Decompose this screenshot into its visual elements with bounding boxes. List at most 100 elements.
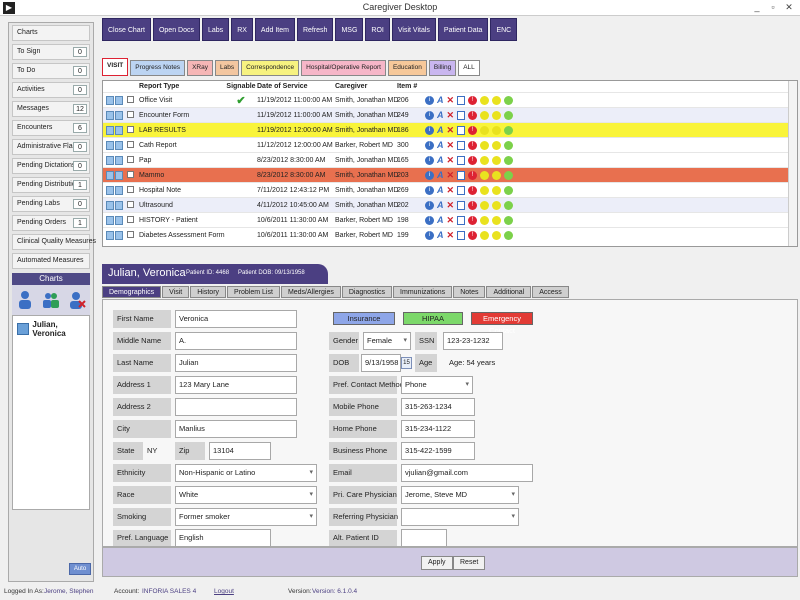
chart-person-icon[interactable] <box>16 290 34 310</box>
warning-icon[interactable] <box>480 230 490 240</box>
alert-icon[interactable]: ! <box>468 185 478 195</box>
alert-icon[interactable]: ! <box>468 200 478 210</box>
col-item-number[interactable]: Item # <box>397 83 425 90</box>
note-icon[interactable] <box>115 200 123 210</box>
tab-labs[interactable]: Labs <box>214 60 240 76</box>
delete-icon[interactable]: ✕ <box>447 215 455 225</box>
pending-icon[interactable] <box>492 170 502 180</box>
pending-icon[interactable] <box>492 215 502 225</box>
document-icon[interactable] <box>106 155 114 165</box>
info-icon[interactable]: i <box>425 230 434 240</box>
col-date-of-service[interactable]: Date of Service <box>257 83 335 90</box>
referring-physician-select[interactable] <box>401 508 519 526</box>
tab-correspondence[interactable]: Correspondence <box>241 60 300 76</box>
edit-icon[interactable]: A <box>437 155 444 165</box>
delete-icon[interactable]: ✕ <box>447 125 455 135</box>
alert-icon[interactable]: ! <box>468 155 478 165</box>
roi-button[interactable]: ROI <box>365 18 390 41</box>
note-icon[interactable] <box>115 125 123 135</box>
warning-icon[interactable] <box>480 200 490 210</box>
close-chart-button[interactable]: Close Chart <box>102 18 151 41</box>
state-value[interactable]: NY <box>147 442 171 460</box>
row-checkbox[interactable] <box>127 140 134 148</box>
info-icon[interactable]: i <box>425 110 434 120</box>
col-signable[interactable]: Signable <box>225 83 257 90</box>
restore-button[interactable]: ▫ <box>766 1 780 14</box>
document-icon[interactable] <box>106 125 114 135</box>
note-icon[interactable] <box>115 185 123 195</box>
delete-icon[interactable]: ✕ <box>447 200 455 210</box>
document-icon[interactable] <box>106 170 114 180</box>
status-ok-icon[interactable] <box>504 170 514 180</box>
address2-input[interactable] <box>175 398 297 416</box>
refresh-button[interactable]: Refresh <box>296 18 334 41</box>
warning-icon[interactable] <box>480 215 490 225</box>
edit-icon[interactable]: A <box>437 140 444 150</box>
delete-icon[interactable]: ✕ <box>447 230 455 240</box>
info-icon[interactable]: i <box>425 215 434 225</box>
alert-icon[interactable]: ! <box>468 140 478 150</box>
race-select[interactable]: White <box>175 486 317 504</box>
tab-immunizations[interactable]: Immunizations <box>393 286 453 298</box>
email-input[interactable]: vjulian@gmail.com <box>401 464 533 482</box>
sidebar-item-to-sign[interactable]: To Sign 0 <box>12 44 90 60</box>
table-row[interactable]: Ultrasound 4/11/2012 10:45:00 AM Smith, Jo… <box>103 197 797 212</box>
insurance-button[interactable]: Insurance <box>333 312 395 325</box>
first-name-input[interactable]: Veronica <box>175 310 297 328</box>
edit-icon[interactable]: A <box>437 215 444 225</box>
tab-access[interactable]: Access <box>532 286 569 298</box>
pending-icon[interactable] <box>492 110 502 120</box>
delete-icon[interactable]: ✕ <box>447 140 455 150</box>
status-ok-icon[interactable] <box>504 185 514 195</box>
sidebar-item-activities[interactable]: Activities 0 <box>12 82 90 98</box>
col-report-type[interactable]: Report Type <box>139 83 225 90</box>
status-ok-icon[interactable] <box>504 200 514 210</box>
sidebar-item-messages[interactable]: Messages 12 <box>12 101 90 117</box>
copy-icon[interactable] <box>457 200 466 210</box>
ssn-input[interactable]: 123-23-1232 <box>443 332 503 350</box>
note-icon[interactable] <box>115 230 123 240</box>
pending-icon[interactable] <box>492 200 502 210</box>
warning-icon[interactable] <box>480 155 490 165</box>
reset-button[interactable]: Reset <box>453 556 486 570</box>
pending-icon[interactable] <box>492 95 502 105</box>
row-checkbox[interactable] <box>127 230 134 238</box>
rx-button[interactable]: RX <box>231 18 253 41</box>
status-ok-icon[interactable] <box>504 125 514 135</box>
document-icon[interactable] <box>106 140 114 150</box>
tab-problem-list[interactable]: Problem List <box>227 286 280 298</box>
tab-diagnostics[interactable]: Diagnostics <box>341 286 393 298</box>
sidebar-item-encounters[interactable]: Encounters 6 <box>12 120 90 136</box>
edit-icon[interactable]: A <box>437 185 444 195</box>
middle-name-input[interactable]: A. <box>175 332 297 350</box>
col-caregiver[interactable]: Caregiver <box>335 83 397 90</box>
labs-button[interactable]: Labs <box>202 18 230 41</box>
emergency-contact-button[interactable]: Emergency Contact <box>471 312 533 335</box>
tab-additional[interactable]: Additional <box>486 286 532 298</box>
row-checkbox[interactable] <box>127 110 134 118</box>
chart-remove-icon[interactable] <box>68 290 86 310</box>
copy-icon[interactable] <box>457 215 466 225</box>
sidebar-item-pending-dictations[interactable]: Pending Dictations 0 <box>12 158 90 174</box>
pending-icon[interactable] <box>492 185 502 195</box>
alert-icon[interactable]: ! <box>468 125 478 135</box>
add-item-button[interactable]: Add Item <box>254 18 295 41</box>
table-row[interactable]: Pap 8/23/2012 8:30:00 AM Smith, Jonathan M… <box>103 152 797 167</box>
sidebar-item-clinical-quality-measures[interactable]: Clinical Quality Measures <box>12 234 96 250</box>
copy-icon[interactable] <box>457 155 466 165</box>
note-icon[interactable] <box>115 140 123 150</box>
copy-icon[interactable] <box>457 170 466 180</box>
document-icon[interactable] <box>106 185 114 195</box>
info-icon[interactable]: i <box>425 125 434 135</box>
logout-link[interactable]: Logout <box>214 586 234 598</box>
smoking-select[interactable]: Former smoker <box>175 508 317 526</box>
tab-history[interactable]: History <box>190 286 227 298</box>
note-icon[interactable] <box>115 95 123 105</box>
enc-button[interactable]: ENC <box>490 18 518 41</box>
alert-icon[interactable]: ! <box>468 110 478 120</box>
tab-meds-allergies[interactable]: Meds/Allergies <box>280 286 341 298</box>
last-name-input[interactable]: Julian <box>175 354 297 372</box>
sidebar-item-charts[interactable]: Charts <box>12 25 90 41</box>
table-row[interactable]: Diabetes Assessment Form 10/6/2011 11:30:… <box>103 227 797 242</box>
edit-icon[interactable]: A <box>437 110 444 120</box>
